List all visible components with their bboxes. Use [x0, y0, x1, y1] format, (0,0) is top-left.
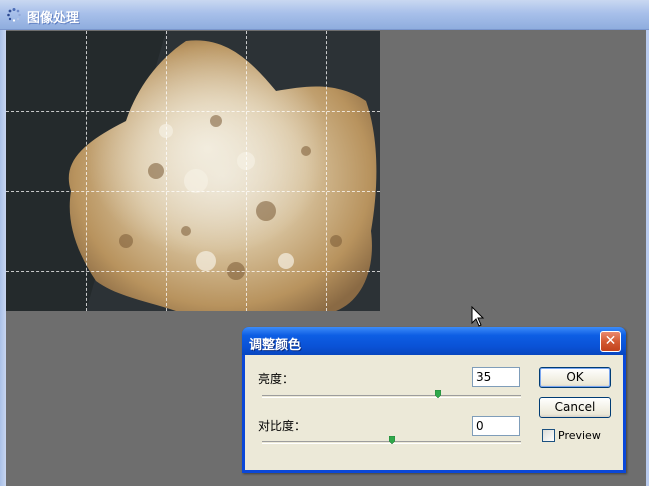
preview-checkbox[interactable] [542, 429, 555, 442]
main-titlebar[interactable]: 图像处理 [0, 0, 649, 30]
grid-line [6, 111, 380, 112]
grid-line [166, 31, 167, 311]
contrast-label: 对比度： [258, 419, 307, 433]
contrast-field[interactable] [472, 416, 520, 436]
close-button[interactable]: ✕ [600, 331, 621, 352]
grid-line [326, 31, 327, 311]
ok-button[interactable]: OK [539, 367, 611, 388]
window-title: 图像处理 [27, 11, 80, 26]
grid-line [86, 31, 87, 311]
image-canvas[interactable] [6, 31, 380, 311]
rock-photo [6, 31, 380, 311]
brightness-slider-track[interactable] [262, 395, 521, 398]
adjust-color-dialog: 调整颜色 ✕ 亮度： 对比度： OK Cancel Preview [242, 327, 626, 473]
dialog-titlebar[interactable]: 调整颜色 ✕ [242, 327, 626, 355]
grid-line [6, 191, 380, 192]
contrast-slider-thumb[interactable] [388, 436, 395, 444]
grid-line [6, 271, 380, 272]
dialog-title: 调整颜色 [249, 338, 302, 353]
brightness-label: 亮度： [258, 372, 295, 386]
brightness-field[interactable] [472, 367, 520, 387]
cancel-button[interactable]: Cancel [539, 397, 611, 418]
close-icon: ✕ [604, 333, 617, 349]
grid-line [246, 31, 247, 311]
arrow-cursor-icon [471, 306, 485, 327]
dialog-body: 亮度： 对比度： OK Cancel Preview [245, 355, 623, 470]
preview-label: Preview [558, 429, 601, 442]
spinner-icon [7, 8, 21, 22]
brightness-slider-thumb[interactable] [435, 390, 442, 398]
